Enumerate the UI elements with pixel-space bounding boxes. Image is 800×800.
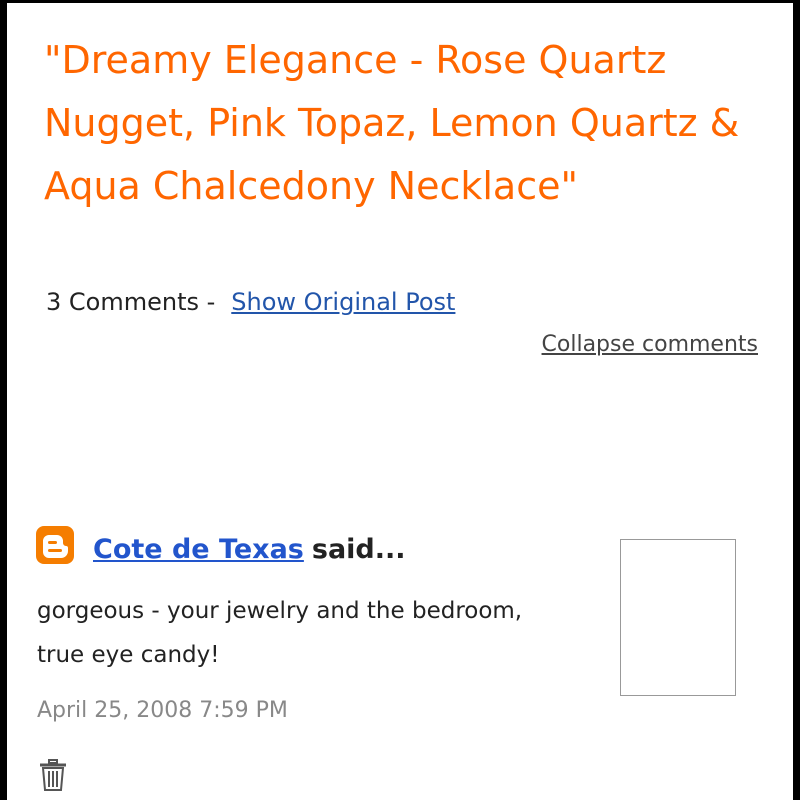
avatar[interactable] [620,539,736,696]
collapse-comments-link[interactable]: Collapse comments [542,330,758,360]
comment-author-line: Cote de Texas said... [93,531,406,569]
trash-icon[interactable] [37,758,69,792]
post-title: "Dreamy Elegance - Rose Quartz Nugget, P… [44,38,740,208]
comment-item: Cote de Texas said... gorgeous - your jew… [7,523,793,800]
comments-meta: 3 Comments - Show Original Post [46,286,455,318]
comment-count: 3 Comments - [46,288,216,316]
page-frame: "Dreamy Elegance - Rose Quartz Nugget, P… [7,3,793,800]
show-original-post-link[interactable]: Show Original Post [231,288,455,316]
comment-body: gorgeous - your jewelry and the bedroom,… [37,598,523,668]
said-label: said... [311,534,406,565]
blogger-icon [36,526,74,564]
comment-timestamp[interactable]: April 25, 2008 7:59 PM [37,696,288,726]
comment-author-link[interactable]: Cote de Texas [93,534,304,565]
